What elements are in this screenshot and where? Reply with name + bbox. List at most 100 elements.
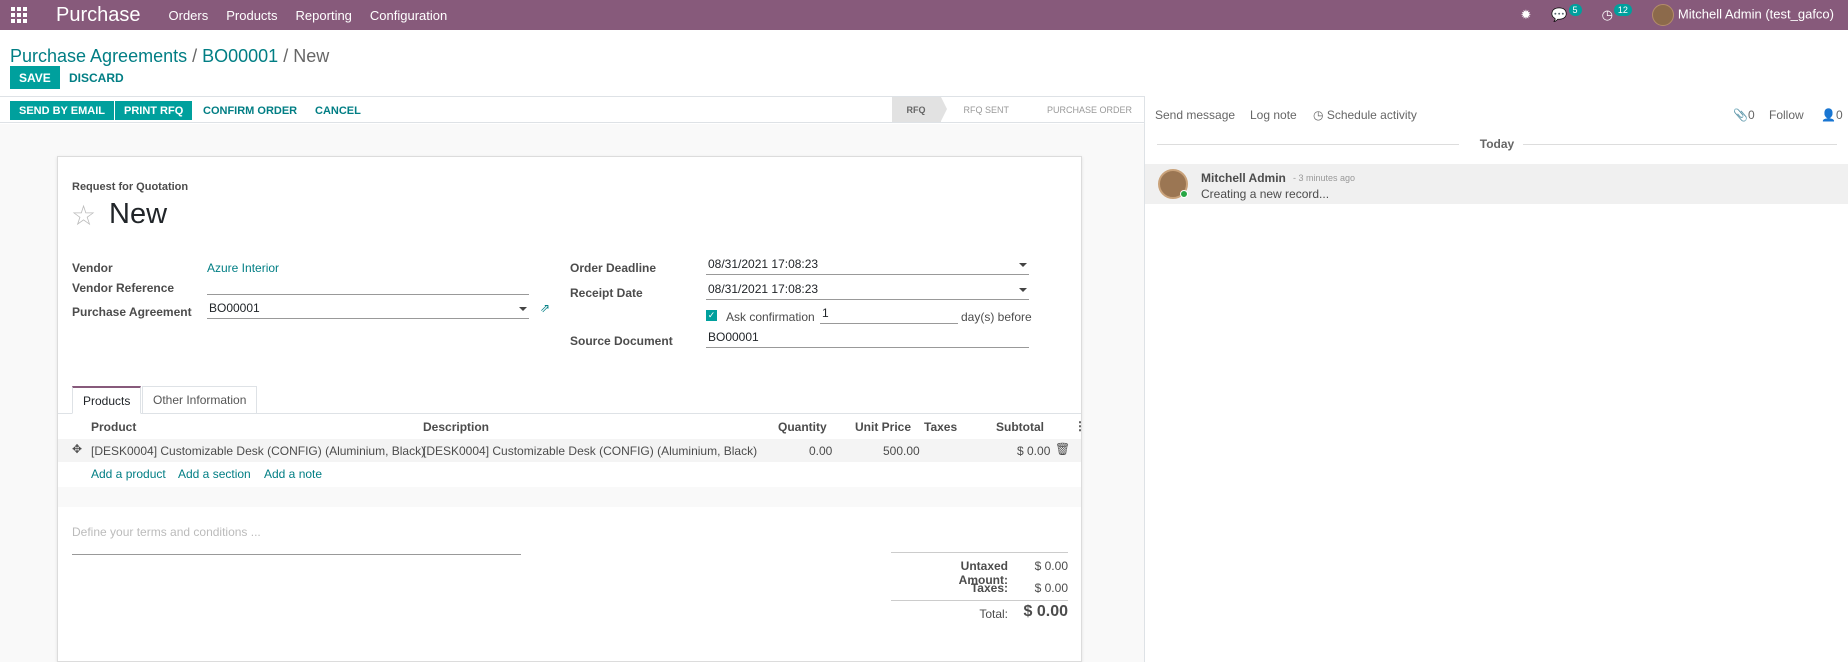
menu-reporting[interactable]: Reporting xyxy=(296,8,352,23)
breadcrumb-purchase-agreements[interactable]: Purchase Agreements xyxy=(10,46,187,66)
discard-button[interactable]: DISCARD xyxy=(69,66,124,89)
tab-other-information[interactable]: Other Information xyxy=(142,386,258,414)
message-author[interactable]: Mitchell Admin xyxy=(1201,171,1286,185)
favorite-star-icon[interactable]: ☆ xyxy=(71,199,96,232)
tab-products[interactable]: Products xyxy=(72,386,142,414)
taxes-value: $ 0.00 xyxy=(1034,581,1068,595)
source-document-label: Source Document xyxy=(570,334,673,348)
add-note-link[interactable]: Add a note xyxy=(264,467,322,481)
vendor-reference-label: Vendor Reference xyxy=(72,281,175,295)
empty-row xyxy=(58,487,1081,507)
dropdown-caret-icon[interactable] xyxy=(519,307,527,311)
chatter-panel: Send message Log note ◷ Schedule activit… xyxy=(1144,96,1848,662)
days-before-label: day(s) before xyxy=(961,310,1032,324)
delete-row-trash-icon[interactable]: 🗑 xyxy=(1055,442,1070,456)
followers-button[interactable]: 👤0 xyxy=(1821,108,1843,122)
cancel-button[interactable]: CANCEL xyxy=(306,101,370,120)
messages-icon[interactable]: 💬 5 xyxy=(1551,4,1582,23)
order-deadline-field[interactable]: 08/31/2021 17:08:23 xyxy=(706,257,1029,275)
row-subtotal: $ 0.00 xyxy=(1017,444,1051,458)
order-deadline-value: 08/31/2021 17:08:23 xyxy=(708,257,819,271)
attachments-count: 0 xyxy=(1747,108,1755,122)
followers-count: 0 xyxy=(1835,108,1843,122)
activities-badge: 12 xyxy=(1613,4,1632,16)
purchase-agreement-value: BO00001 xyxy=(209,301,260,315)
vendor-reference-field[interactable] xyxy=(207,277,529,295)
purchase-agreement-field[interactable]: BO00001 xyxy=(207,301,529,319)
chatter-message: Mitchell Admin - 3 minutes ago Creating … xyxy=(1145,164,1848,204)
totals-divider xyxy=(891,600,1068,601)
stage-rfq-sent[interactable]: RFQ SENT xyxy=(941,97,1025,122)
row-unit-price[interactable]: 500.00 xyxy=(883,444,920,458)
row-description[interactable]: [DESK0004] Customizable Desk (CONFIG) (A… xyxy=(423,444,757,458)
save-button[interactable]: SAVE xyxy=(10,66,60,89)
menu-products[interactable]: Products xyxy=(226,8,277,23)
message-time: - 3 minutes ago xyxy=(1293,173,1356,183)
menu-configuration[interactable]: Configuration xyxy=(370,8,447,23)
column-unit-price[interactable]: Unit Price xyxy=(855,420,911,434)
user-name: Mitchell Admin (test_gafco) xyxy=(1677,6,1834,22)
ask-confirmation-checkbox[interactable]: ✓ xyxy=(706,310,717,321)
paperclip-icon: 📎 xyxy=(1733,108,1748,122)
dropdown-caret-icon[interactable] xyxy=(1019,288,1027,292)
ask-confirmation-label: Ask confirmation xyxy=(726,310,815,324)
confirm-order-button[interactable]: CONFIRM ORDER xyxy=(194,101,306,120)
attachments-button[interactable]: 📎0 xyxy=(1733,108,1755,122)
messages-badge: 5 xyxy=(1568,4,1582,16)
send-by-email-button[interactable]: SEND BY EMAIL xyxy=(10,101,114,120)
online-status-icon xyxy=(1180,190,1188,198)
order-deadline-label: Order Deadline xyxy=(570,261,657,275)
status-stages: RFQ RFQ SENT PURCHASE ORDER xyxy=(892,97,1144,122)
source-document-field[interactable]: BO00001 xyxy=(706,330,1029,348)
send-message-button[interactable]: Send message xyxy=(1155,108,1235,122)
column-subtotal[interactable]: Subtotal xyxy=(996,420,1044,434)
form-sheet: Request for Quotation ☆ New Vendor Azure… xyxy=(57,156,1086,662)
print-rfq-button[interactable]: PRINT RFQ xyxy=(115,101,193,120)
total-value: $ 0.00 xyxy=(1023,603,1068,620)
user-menu[interactable]: Mitchell Admin (test_gafco) xyxy=(1651,4,1834,26)
column-product[interactable]: Product xyxy=(91,420,136,434)
schedule-activity-button[interactable]: ◷ Schedule activity xyxy=(1313,108,1417,122)
clock-icon: ◷ xyxy=(1313,108,1327,122)
breadcrumb-current: New xyxy=(293,46,330,66)
activities-clock-icon[interactable]: ◷ 12 xyxy=(1602,4,1632,23)
confirmation-days-field[interactable]: 1 xyxy=(820,306,958,324)
row-product[interactable]: [DESK0004] Customizable Desk (CONFIG) (A… xyxy=(91,444,425,458)
breadcrumb-agreement[interactable]: BO00001 xyxy=(202,46,278,66)
add-section-link[interactable]: Add a section xyxy=(178,467,251,481)
column-quantity[interactable]: Quantity xyxy=(778,420,827,434)
document-type-label: Request for Quotation xyxy=(72,181,189,193)
receipt-date-value: 08/31/2021 17:08:23 xyxy=(708,282,819,296)
vendor-field[interactable]: Azure Interior xyxy=(207,261,279,275)
column-description[interactable]: Description xyxy=(423,420,489,434)
vendor-label: Vendor xyxy=(72,261,113,275)
taxes-label: Taxes: xyxy=(970,581,1008,595)
divider-line xyxy=(1523,144,1837,145)
breadcrumb-separator: / xyxy=(283,46,289,66)
app-brand[interactable]: Purchase xyxy=(56,4,141,27)
stage-rfq[interactable]: RFQ xyxy=(892,97,948,122)
terms-and-conditions-field[interactable]: Define your terms and conditions ... xyxy=(72,525,521,555)
optional-columns-icon[interactable]: ⋮ xyxy=(1074,419,1086,433)
form-statusbar: SEND BY EMAIL PRINT RFQ CONFIRM ORDER CA… xyxy=(0,96,1144,123)
drag-handle-icon[interactable]: ✥ xyxy=(72,442,82,456)
top-navbar: Purchase Orders Products Reporting Confi… xyxy=(0,0,1848,30)
receipt-date-field[interactable]: 08/31/2021 17:08:23 xyxy=(706,282,1029,300)
follow-button[interactable]: Follow xyxy=(1769,108,1804,122)
menu-orders[interactable]: Orders xyxy=(169,8,209,23)
record-name: New xyxy=(109,198,168,230)
dropdown-caret-icon[interactable] xyxy=(1019,263,1027,267)
message-body: Creating a new record... xyxy=(1201,187,1330,201)
debug-bug-icon[interactable]: ✹ xyxy=(1520,7,1531,23)
total-label: Total: xyxy=(979,607,1008,621)
schedule-activity-label: Schedule activity xyxy=(1326,108,1417,122)
purchase-agreement-label: Purchase Agreement xyxy=(72,305,192,319)
external-link-icon[interactable]: ⇗ xyxy=(540,301,550,315)
add-product-link[interactable]: Add a product xyxy=(91,467,166,481)
apps-menu-icon[interactable] xyxy=(4,0,34,30)
row-quantity[interactable]: 0.00 xyxy=(809,444,832,458)
stage-purchase-order[interactable]: PURCHASE ORDER xyxy=(1025,97,1144,122)
user-icon: 👤 xyxy=(1821,108,1836,122)
log-note-button[interactable]: Log note xyxy=(1250,108,1297,122)
column-taxes[interactable]: Taxes xyxy=(924,420,957,434)
